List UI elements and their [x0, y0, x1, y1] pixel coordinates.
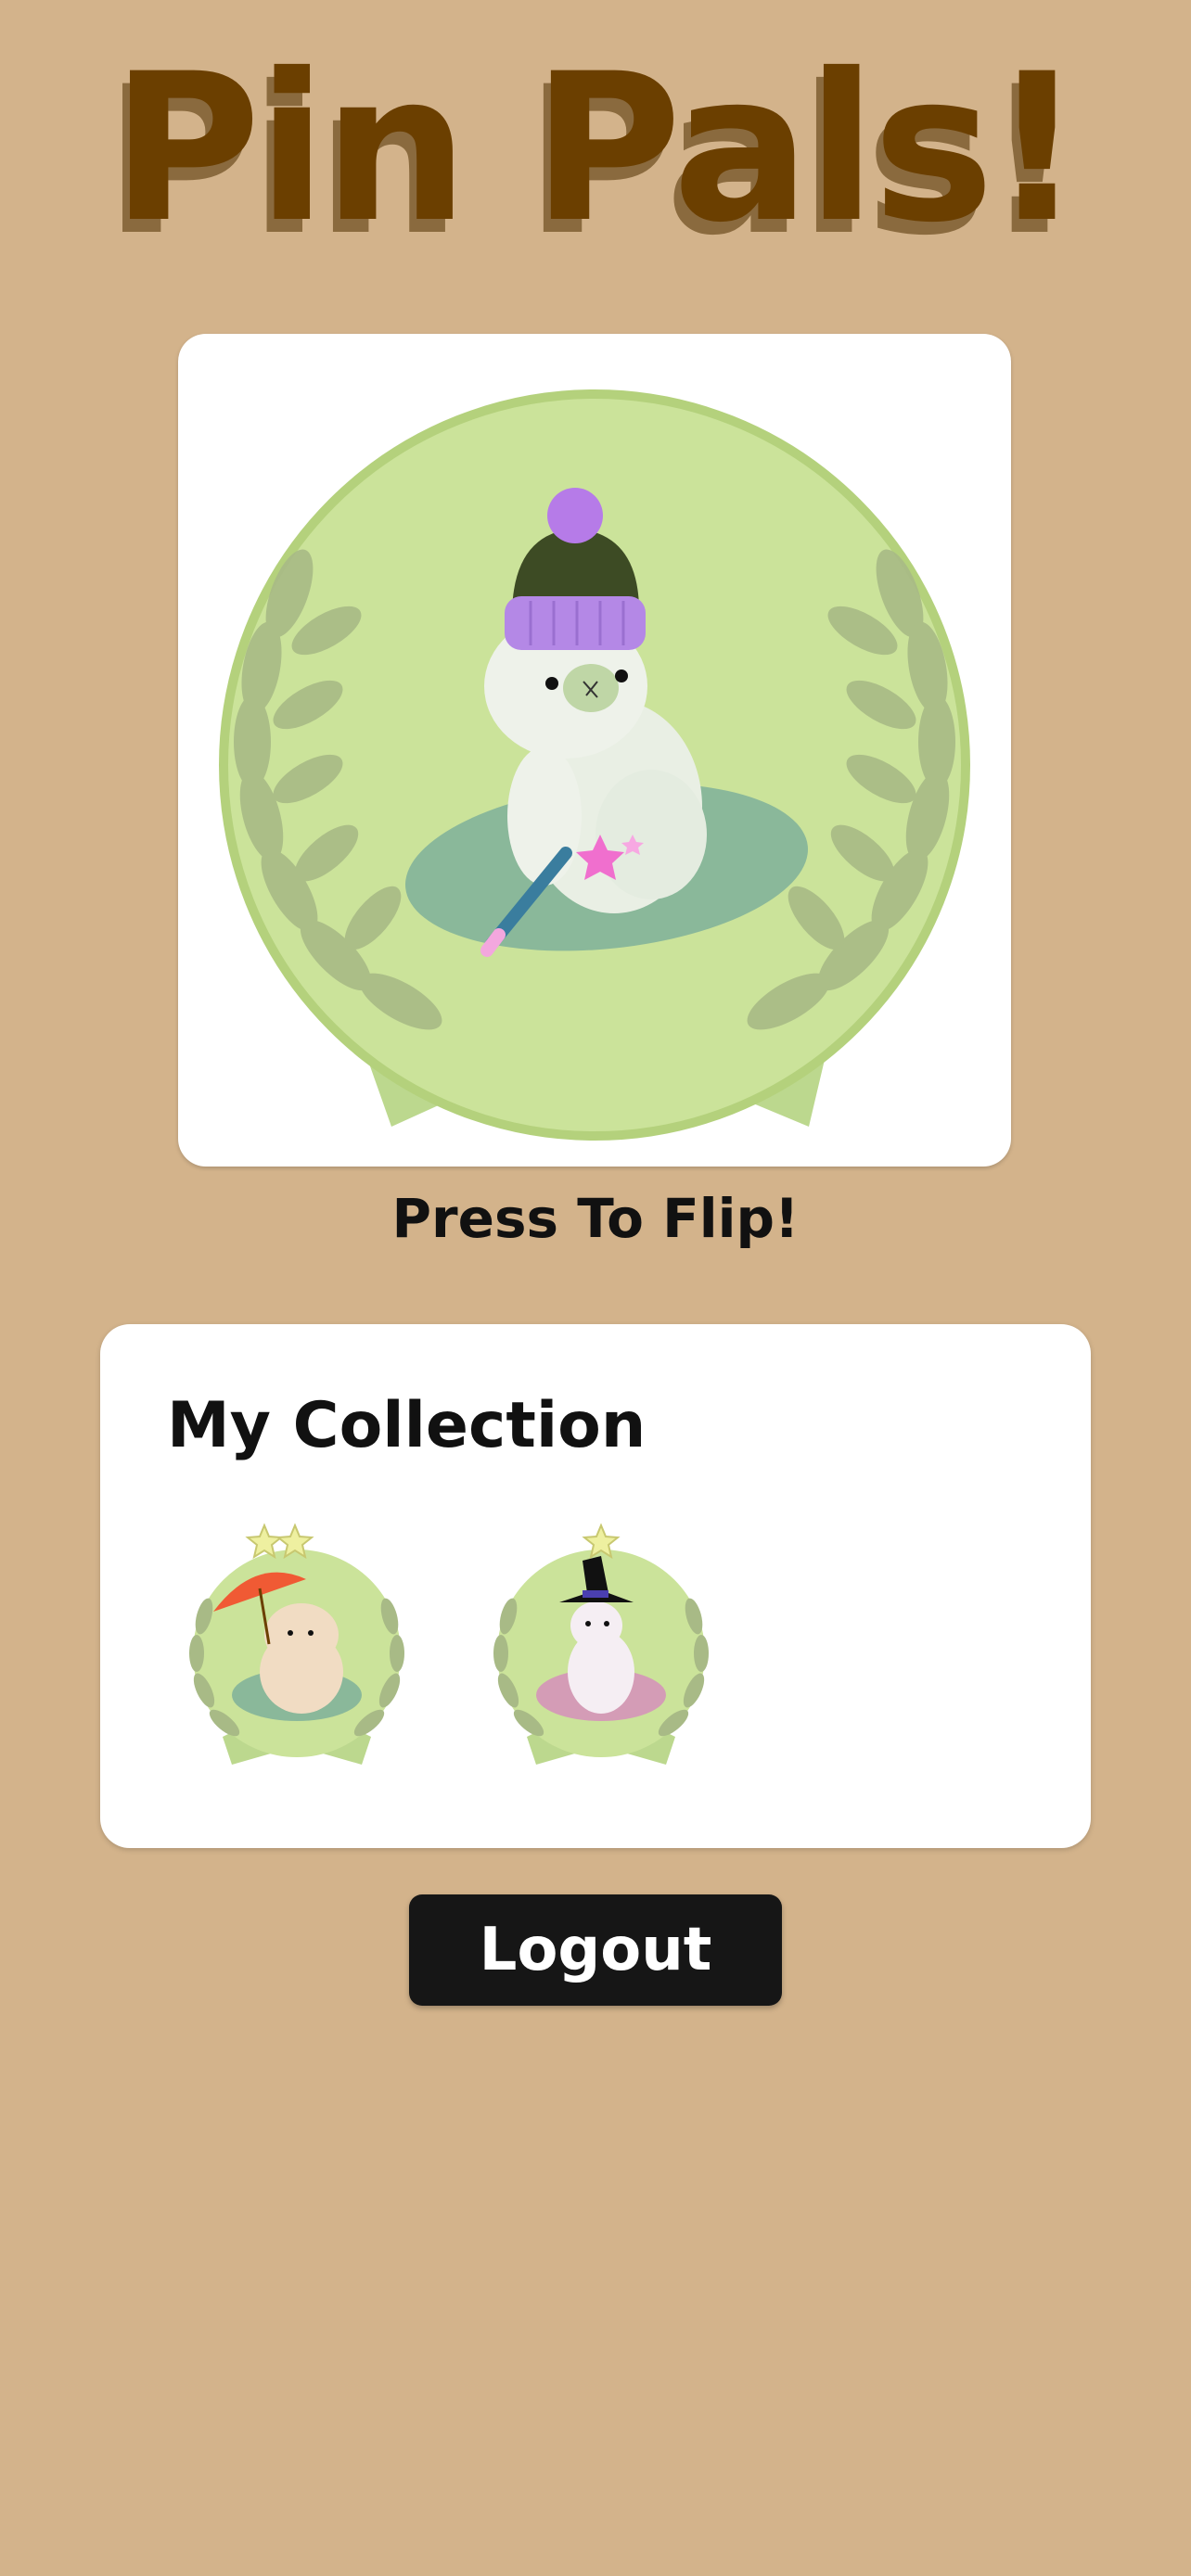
app-title: Pin Pals! — [110, 30, 1083, 267]
logout-button[interactable]: Logout — [409, 1894, 782, 2006]
collection-pin-alpaca-witch[interactable] — [471, 1514, 731, 1774]
collection-panel: My Collection — [100, 1324, 1091, 1848]
alpaca-witch-pin-image — [493, 1523, 709, 1765]
bear-umbrella-pin-image — [189, 1523, 404, 1765]
collection-pin-bear-umbrella[interactable] — [167, 1514, 427, 1774]
alpaca-beanie-pin-image — [219, 389, 970, 1141]
press-to-flip-label: Press To Flip! — [391, 1187, 800, 1250]
collection-heading: My Collection — [167, 1389, 647, 1462]
flip-card[interactable] — [178, 334, 1011, 1167]
